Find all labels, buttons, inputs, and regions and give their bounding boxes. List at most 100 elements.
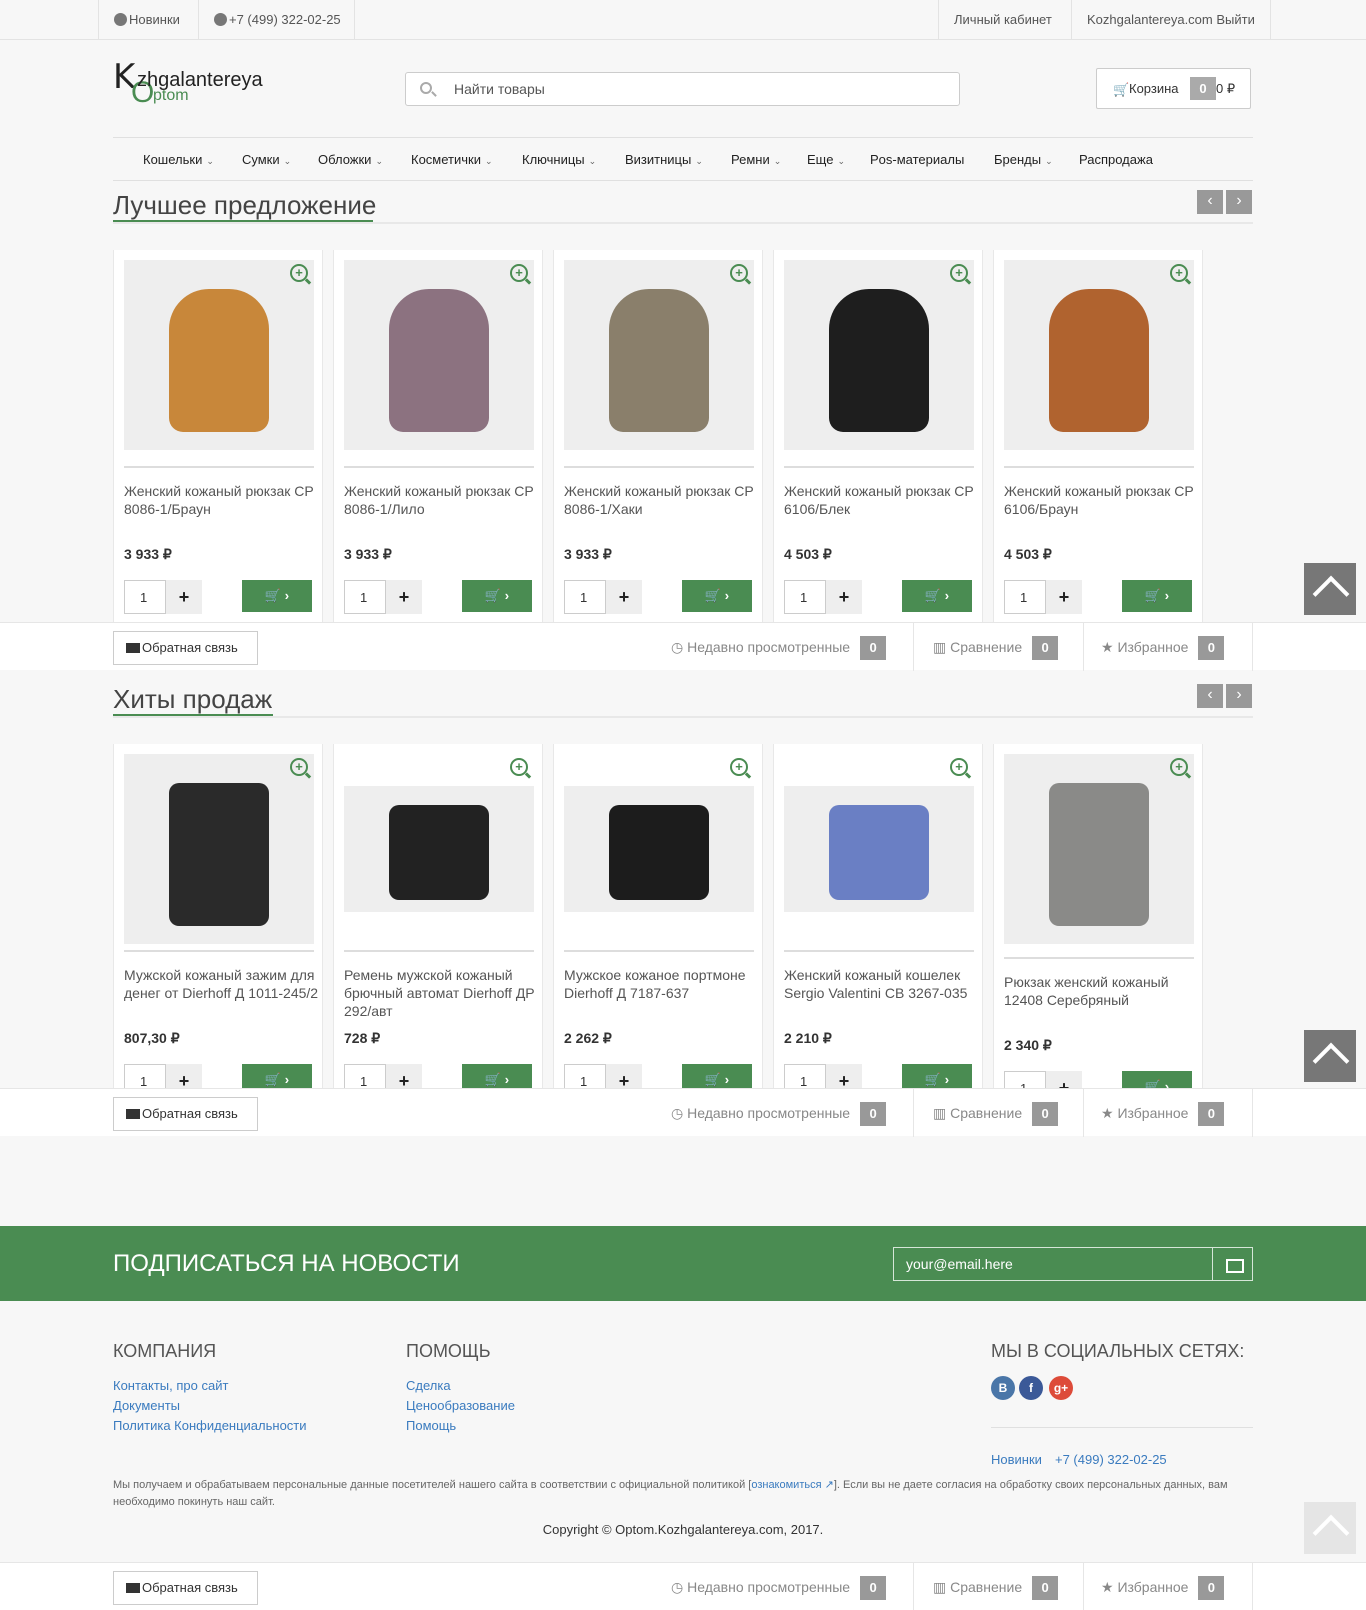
product-name[interactable]: Мужской кожаный зажим для денег от Dierh… [124,966,319,1002]
zoom-icon[interactable]: + [290,758,308,776]
quantity-plus-button[interactable]: + [1046,1071,1082,1088]
product-image[interactable] [124,754,314,944]
quantity-input[interactable]: 1 [124,580,166,614]
search-input[interactable] [454,79,934,99]
favorites-button[interactable]: ★ Избранное 0 [1101,1563,1225,1610]
quantity-input[interactable]: 1 [1004,580,1046,614]
google-plus-icon[interactable]: g+ [1049,1376,1073,1400]
menu-item-pos[interactable]: Pos-материалы [870,152,964,167]
topbar-news-link[interactable]: Новинки [98,0,195,40]
menu-item-brands[interactable]: Бренды ⌄ [994,152,1053,167]
chevron-left-icon[interactable]: ‹ [1197,190,1223,214]
footer-link-help[interactable]: Помощь [406,1418,456,1433]
menu-item-card-holders[interactable]: Визитницы ⌄ [625,152,703,167]
zoom-icon[interactable]: + [730,264,748,282]
add-to-cart-button[interactable]: 🛒 › [462,580,532,612]
scroll-to-top-button[interactable] [1304,563,1356,615]
legal-link[interactable]: ознакомиться [751,1479,821,1491]
quantity-input[interactable]: 1 [784,1064,826,1088]
quantity-input[interactable]: 1 [784,580,826,614]
product-name[interactable]: Женский кожаный рюкзак CP 8086-1/Браун [124,482,319,518]
product-name[interactable]: Мужское кожаное портмоне Dierhoff Д 7187… [564,966,759,1002]
product-image[interactable] [784,260,974,450]
product-image[interactable] [564,786,754,912]
email-field[interactable]: your@email.here [893,1247,1213,1281]
favorites-button[interactable]: ★ Избранное 0 [1101,623,1225,671]
add-to-cart-button[interactable]: 🛒 › [1122,580,1192,612]
product-card[interactable]: + Ремень мужской кожаный брючный автомат … [333,744,543,1088]
footer-link-contacts[interactable]: Контакты, про сайт [113,1378,228,1393]
product-name[interactable]: Женский кожаный рюкзак CP 6106/Блек [784,482,979,518]
product-image[interactable] [124,260,314,450]
feedback-button[interactable]: Обратная связь [113,1571,258,1605]
zoom-icon[interactable]: + [1170,264,1188,282]
zoom-icon[interactable]: + [950,758,968,776]
recently-viewed-button[interactable]: ◷ Недавно просмотренные 0 [671,623,887,671]
zoom-icon[interactable]: + [510,264,528,282]
topbar-phone[interactable]: +7 (499) 322-02-25 [198,0,356,40]
footer-phone-link[interactable]: +7 (499) 322-02-25 [1055,1452,1167,1467]
footer-link-privacy[interactable]: Политика Конфиденциальности [113,1418,307,1433]
feedback-button[interactable]: Обратная связь [113,631,258,665]
add-to-cart-button[interactable]: 🛒 › [902,1064,972,1088]
recently-viewed-button[interactable]: ◷ Недавно просмотренные 0 [671,1089,887,1137]
favorites-button[interactable]: ★ Избранное 0 [1101,1089,1225,1137]
product-card[interactable]: + Женский кожаный рюкзак CP 8086-1/Хаки 3 … [553,250,763,622]
product-image[interactable] [564,260,754,450]
menu-item-bags[interactable]: Сумки ⌄ [242,152,291,167]
quantity-plus-button[interactable]: + [386,580,422,614]
facebook-icon[interactable]: f [1019,1376,1043,1400]
compare-button[interactable]: ▥ Сравнение 0 [933,1089,1059,1137]
subscribe-button[interactable] [1212,1247,1253,1281]
scroll-to-top-button[interactable] [1304,1030,1356,1082]
quantity-plus-button[interactable]: + [826,1064,862,1088]
product-image[interactable] [1004,260,1194,450]
cart-button[interactable]: 🛒 Корзина 0 0 ₽ [1096,68,1251,109]
compare-button[interactable]: ▥ Сравнение 0 [933,623,1059,671]
quantity-plus-button[interactable]: + [166,1064,202,1088]
product-name[interactable]: Ремень мужской кожаный брючный автомат D… [344,966,539,1020]
add-to-cart-button[interactable]: 🛒 › [242,580,312,612]
product-image[interactable] [1004,754,1194,944]
footer-link-documents[interactable]: Документы [113,1398,180,1413]
add-to-cart-button[interactable]: 🛒 › [682,580,752,612]
product-card[interactable]: + Женский кожаный рюкзак CP 6106/Блек 4 50… [773,250,983,622]
quantity-plus-button[interactable]: + [606,1064,642,1088]
menu-item-covers[interactable]: Обложки ⌄ [318,152,383,167]
product-card[interactable]: + Мужской кожаный зажим для денег от Dier… [113,744,323,1088]
footer-link-deal[interactable]: Сделка [406,1378,451,1393]
menu-item-belts[interactable]: Ремни ⌄ [731,152,781,167]
footer-news-link[interactable]: Новинки [991,1452,1042,1467]
zoom-icon[interactable]: + [950,264,968,282]
product-name[interactable]: Женский кожаный рюкзак CP 6106/Браун [1004,482,1199,518]
quantity-input[interactable]: 1 [344,580,386,614]
product-name[interactable]: Женский кожаный рюкзак CP 8086-1/Лило [344,482,539,518]
product-card[interactable]: + Женский кожаный рюкзак CP 8086-1/Браун 3… [113,250,323,622]
product-image[interactable] [344,260,534,450]
add-to-cart-button[interactable]: 🛒 › [1122,1071,1192,1088]
chevron-right-icon[interactable]: › [1226,190,1252,214]
product-card[interactable]: + Мужское кожаное портмоне Dierhoff Д 718… [553,744,763,1088]
vk-icon[interactable]: B [991,1376,1015,1400]
product-image[interactable] [784,786,974,912]
product-card[interactable]: + Рюкзак женский кожаный 12408 Серебряный… [993,744,1203,1088]
product-image[interactable] [344,786,534,912]
add-to-cart-button[interactable]: 🛒 › [462,1064,532,1088]
product-name[interactable]: Женский кожаный кошелек Sergio Valentini… [784,966,979,1002]
recently-viewed-button[interactable]: ◷ Недавно просмотренные 0 [671,1563,887,1610]
quantity-input[interactable]: 1 [124,1064,166,1088]
site-logo[interactable]: K O zhgalantereya ptom [113,60,273,108]
menu-item-more[interactable]: Еще ⌄ [807,152,845,167]
quantity-plus-button[interactable]: + [1046,580,1082,614]
footer-link-pricing[interactable]: Ценообразование [406,1398,515,1413]
compare-button[interactable]: ▥ Сравнение 0 [933,1563,1059,1610]
product-card[interactable]: + Женский кожаный рюкзак CP 8086-1/Лило 3 … [333,250,543,622]
product-card[interactable]: + Женский кожаный кошелек Sergio Valentin… [773,744,983,1088]
add-to-cart-button[interactable]: 🛒 › [682,1064,752,1088]
quantity-plus-button[interactable]: + [166,580,202,614]
chevron-left-icon[interactable]: ‹ [1197,684,1223,708]
quantity-input[interactable]: 1 [344,1064,386,1088]
zoom-icon[interactable]: + [510,758,528,776]
quantity-input[interactable]: 1 [564,1064,606,1088]
logout-link[interactable]: Kozhgalantereya.com Выйти [1071,0,1271,40]
